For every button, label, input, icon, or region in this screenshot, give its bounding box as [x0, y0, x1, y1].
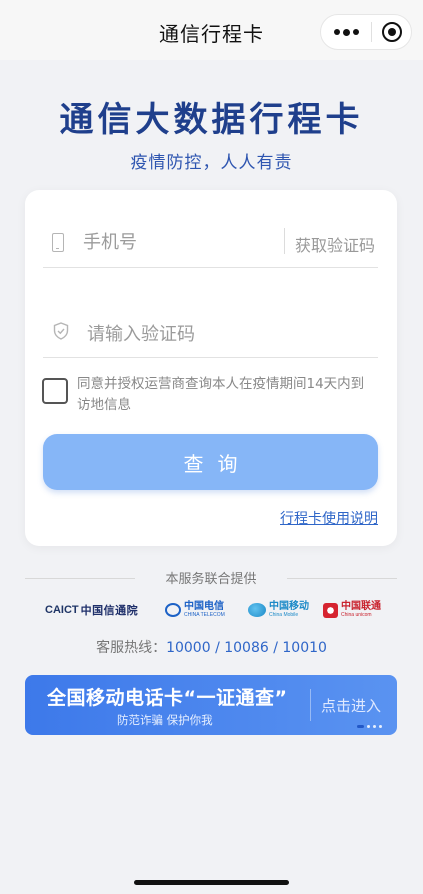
banner-subtitle: 防范诈骗 保护你我: [117, 713, 213, 727]
usage-guide-link[interactable]: 行程卡使用说明: [280, 508, 378, 528]
divider: [287, 578, 397, 579]
phone-row: 获取验证码: [43, 218, 378, 268]
providers-heading: 本服务联合提供: [25, 568, 397, 588]
china-telecom-logo: 中国电信 CHINA TELECOM: [165, 598, 225, 622]
phone-icon: [52, 233, 64, 252]
china-telecom-name: 中国电信: [184, 601, 224, 612]
shield-icon: [53, 322, 69, 340]
navigation-bar: 通信行程卡: [0, 0, 423, 60]
banner-enter-button[interactable]: 点击进入: [321, 695, 381, 716]
more-dots-icon[interactable]: [321, 15, 371, 49]
china-unicom-logo: 中国联通 China unicom: [323, 598, 381, 622]
home-indicator: [134, 880, 289, 885]
hotline-numbers[interactable]: 10000 / 10086 / 10010: [166, 640, 327, 656]
banner-title: 全国移动电话卡“一证通查”: [47, 687, 288, 709]
hotline-label: 客服热线：: [96, 640, 167, 656]
china-mobile-en: China Mobile: [269, 612, 299, 618]
china-mobile-icon: [248, 603, 266, 617]
china-mobile-logo: 中国移动 China Mobile: [248, 598, 309, 622]
china-telecom-en: CHINA TELECOM: [184, 612, 225, 618]
code-input[interactable]: [87, 320, 367, 348]
page-subtitle: 疫情防控，人人有责: [130, 153, 293, 173]
china-unicom-en: China unicom: [341, 612, 372, 618]
china-telecom-icon: [165, 603, 181, 617]
code-row: [43, 302, 378, 358]
customer-hotline: 客服热线：10000 / 10086 / 10010: [0, 637, 423, 657]
query-button[interactable]: 查询: [43, 434, 378, 490]
agree-text: 同意并授权运营商查询本人在疫情期间14天内到访地信息: [77, 376, 365, 413]
page-title: 通信大数据行程卡: [59, 100, 364, 140]
id-check-banner[interactable]: 全国移动电话卡“一证通查” 防范诈骗 保护你我 点击进入: [25, 675, 397, 735]
provider-logos: CAICT 中国信通院 中国电信 CHINA TELECOM 中国移动 Chin…: [45, 598, 385, 622]
china-unicom-name: 中国联通: [341, 601, 381, 612]
banner-divider: [310, 689, 311, 721]
agree-checkbox[interactable]: [42, 378, 68, 404]
carousel-indicator: [357, 725, 382, 728]
caict-abbr: CAICT: [45, 604, 79, 616]
china-mobile-name: 中国移动: [269, 601, 309, 612]
divider: [284, 228, 285, 254]
query-form-card: 获取验证码 同意并授权运营商查询本人在疫情期间14天内到访地信息 查询 行程卡使…: [25, 190, 397, 546]
get-code-button[interactable]: 获取验证码: [295, 232, 375, 256]
miniapp-capsule: [320, 14, 412, 50]
caict-name: 中国信通院: [80, 604, 139, 617]
miniapp-close-icon[interactable]: [372, 15, 411, 49]
china-unicom-icon: [323, 602, 338, 618]
caict-logo: CAICT 中国信通院: [45, 598, 141, 622]
phone-input[interactable]: [83, 228, 273, 256]
